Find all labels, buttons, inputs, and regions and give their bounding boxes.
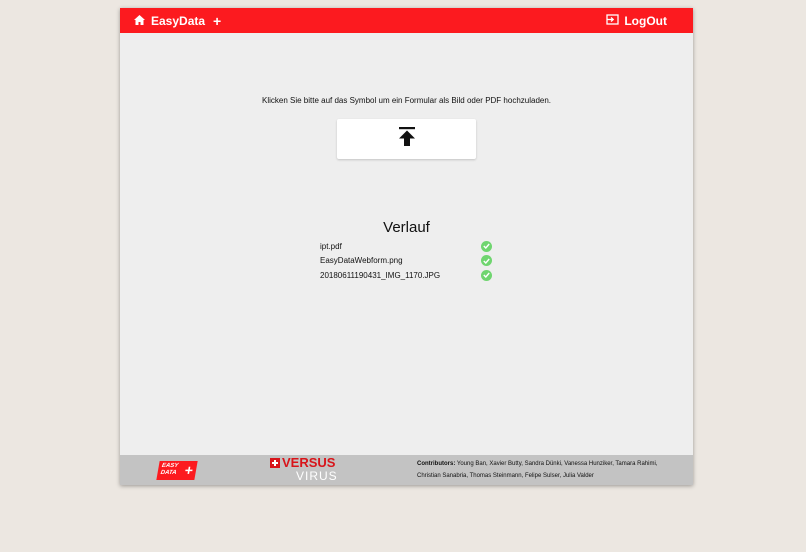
easydata-logo: EASY DATA + — [156, 461, 198, 480]
upload-button[interactable] — [337, 119, 476, 159]
logo-text-line1: EASY — [161, 463, 179, 469]
contributors-text: Contributors: Young Ban, Xavier Butty, S… — [417, 458, 667, 482]
list-item: ipt.pdf — [320, 239, 492, 254]
versus-text: VERSUS — [282, 455, 336, 470]
versus-virus-logo: VERSUS VIRUS — [270, 456, 342, 482]
app-window: EasyData + LogOut Klicken Sie bitte auf … — [120, 8, 693, 485]
plus-icon: + — [213, 12, 222, 29]
file-name: EasyDataWebform.png — [320, 256, 403, 266]
file-name: 20180611190431_IMG_1170.JPG — [320, 270, 441, 280]
check-circle-icon — [481, 255, 492, 267]
file-name: ipt.pdf — [320, 241, 342, 251]
upload-instruction: Klicken Sie bitte auf das Symbol um ein … — [261, 96, 552, 105]
logout-label: LogOut — [624, 13, 667, 28]
home-link[interactable]: EasyData + — [134, 8, 221, 33]
top-bar: EasyData + LogOut — [120, 8, 693, 33]
footer: EASY DATA + VERSUS VIRUS Contributors: Y… — [120, 455, 693, 485]
check-circle-icon — [481, 240, 492, 252]
list-item: 20180611190431_IMG_1170.JPG — [320, 268, 492, 283]
history-title: Verlauf — [383, 219, 430, 236]
list-item: EasyDataWebform.png — [320, 254, 492, 269]
virus-text: VIRUS — [296, 469, 338, 483]
home-icon — [134, 12, 145, 30]
contributors-label: Contributors: — [417, 461, 456, 467]
logout-icon — [606, 12, 619, 30]
swiss-cross-icon — [270, 458, 280, 468]
logout-button[interactable]: LogOut — [606, 8, 667, 33]
app-title: EasyData — [151, 13, 206, 28]
check-circle-icon — [481, 269, 492, 281]
upload-icon — [398, 127, 415, 151]
history-list: ipt.pdf EasyDataWebform.png 201806111904… — [320, 239, 492, 283]
